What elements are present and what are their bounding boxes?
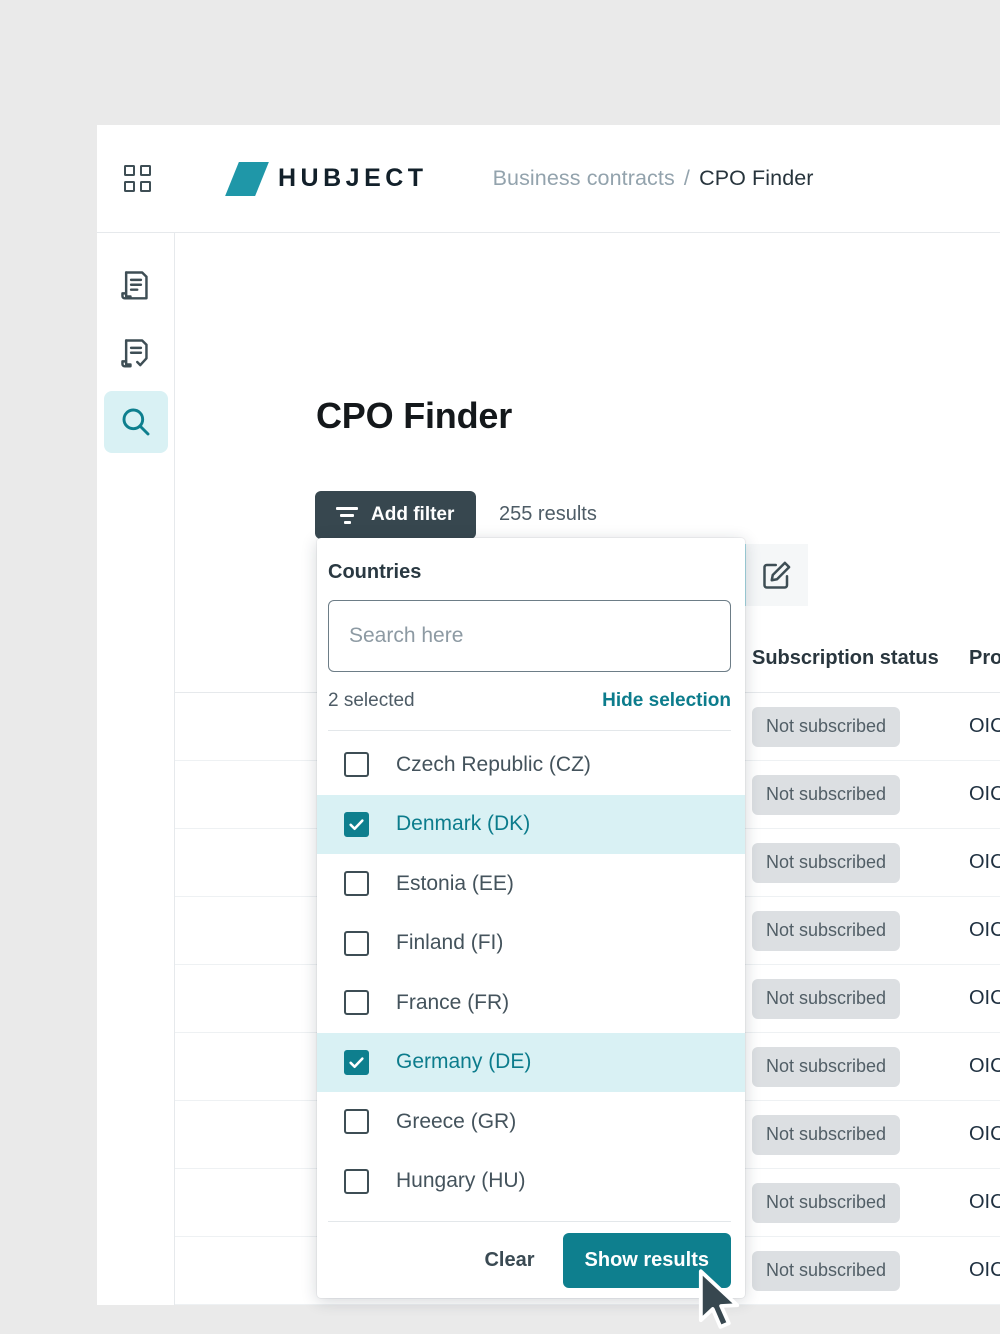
country-label: France (FR): [396, 990, 510, 1014]
status-badge: Not subscribed: [752, 1250, 901, 1291]
country-search-input[interactable]: [328, 600, 731, 672]
add-filter-button[interactable]: Add filter: [315, 491, 476, 539]
country-list-item[interactable]: Hungary (HU): [317, 1152, 745, 1212]
hide-selection-link[interactable]: Hide selection: [602, 690, 731, 712]
status-badge: Not subscribed: [752, 978, 901, 1019]
country-list-item[interactable]: Germany (DE): [317, 1032, 745, 1092]
clear-button[interactable]: Clear: [484, 1249, 534, 1272]
document-check-icon: [120, 339, 148, 368]
cell-protocol-version: OICP 2.1: [969, 1259, 1000, 1281]
breadcrumb: Business contracts / CPO Finder: [493, 166, 814, 191]
country-list-item[interactable]: Finland (FI): [317, 914, 745, 974]
page-title: CPO Finder: [316, 395, 513, 436]
cell-protocol-version: OICP 2.1: [969, 783, 1000, 805]
brand-logo[interactable]: HUBJECT: [225, 161, 428, 196]
cell-protocol-version: OICP 2.1: [969, 1055, 1000, 1077]
app-window: HUBJECT Business contracts / CPO Finder: [97, 125, 1000, 1329]
hubject-mark-icon: [225, 161, 269, 196]
cell-protocol-version: OICP 2.1: [969, 987, 1000, 1009]
status-badge: Not subscribed: [752, 774, 901, 815]
results-count: 255 results: [499, 503, 597, 525]
country-label: Czech Republic (CZ): [396, 752, 591, 776]
status-badge: Not subscribed: [752, 706, 901, 747]
top-bar: HUBJECT Business contracts / CPO Finder: [97, 125, 1000, 233]
sidebar-item-search[interactable]: [103, 391, 168, 453]
checkbox-icon[interactable]: [344, 930, 369, 956]
sidebar-rail: [97, 233, 175, 1305]
checkbox-icon[interactable]: [344, 1109, 369, 1135]
country-filter-panel: Countries 2 selected Hide selection Czec…: [317, 538, 745, 1298]
checkbox-icon[interactable]: [344, 871, 369, 897]
country-label: Finland (FI): [396, 931, 504, 955]
status-badge: Not subscribed: [752, 842, 901, 883]
country-label: Germany (DE): [396, 1050, 532, 1074]
status-badge: Not subscribed: [752, 1114, 901, 1155]
filter-panel-footer: Clear Show results: [317, 1222, 745, 1298]
brand-name: HUBJECT: [278, 164, 428, 192]
column-header-protocol-version[interactable]: Protocol vers: [969, 647, 1000, 670]
cell-protocol-version: OICP 2.2: [969, 715, 1000, 737]
sidebar-item-signed-documents[interactable]: [104, 323, 168, 385]
breadcrumb-parent[interactable]: Business contracts: [493, 166, 675, 190]
cell-protocol-version: OICP 2.2: [969, 1123, 1000, 1145]
selected-count-label: 2 selected: [328, 690, 415, 711]
filter-icon: [336, 506, 358, 524]
apps-grid-icon: [123, 165, 151, 192]
selection-summary-row: 2 selected Hide selection: [328, 690, 731, 712]
country-list-item[interactable]: Denmark (DK): [317, 794, 745, 854]
status-badge: Not subscribed: [752, 1182, 901, 1223]
checkbox-checked-icon[interactable]: [344, 811, 369, 837]
country-list-item[interactable]: France (FR): [317, 973, 745, 1033]
cell-protocol-version: OICP 2.2: [969, 919, 1000, 941]
status-badge: Not subscribed: [752, 1046, 901, 1087]
country-list-item[interactable]: Greece (GR): [317, 1092, 745, 1152]
checkbox-checked-icon[interactable]: [344, 1049, 369, 1075]
filter-panel-title: Countries: [328, 561, 422, 583]
country-list-item[interactable]: Estonia (EE): [317, 854, 745, 914]
edit-button[interactable]: [746, 544, 808, 606]
status-badge: Not subscribed: [752, 910, 901, 951]
checkbox-icon[interactable]: [344, 1168, 369, 1194]
cell-protocol-version: OICP 2.2: [969, 851, 1000, 873]
checkbox-icon[interactable]: [344, 990, 369, 1016]
country-label: Estonia (EE): [396, 871, 514, 895]
country-label: Denmark (DK): [396, 812, 531, 836]
add-filter-label: Add filter: [371, 504, 455, 525]
search-icon: [122, 408, 149, 436]
document-icon: [120, 271, 148, 300]
country-label: Greece (GR): [396, 1109, 517, 1133]
breadcrumb-separator: /: [683, 166, 690, 190]
country-label: Hungary (HU): [396, 1169, 526, 1193]
cell-protocol-version: OICP 2.2: [969, 1191, 1000, 1213]
edit-pencil-icon: [763, 561, 791, 589]
breadcrumb-current: CPO Finder: [699, 166, 814, 190]
apps-grid-button[interactable]: [97, 165, 177, 192]
country-list-item[interactable]: Czech Republic (CZ): [317, 735, 745, 795]
sidebar-item-documents[interactable]: [104, 255, 168, 317]
country-checkbox-list: Czech Republic (CZ) Denmark (DK) Estonia (…: [317, 735, 745, 1211]
checkbox-icon[interactable]: [344, 752, 369, 778]
show-results-button[interactable]: Show results: [562, 1232, 731, 1288]
list-divider: [328, 730, 731, 731]
